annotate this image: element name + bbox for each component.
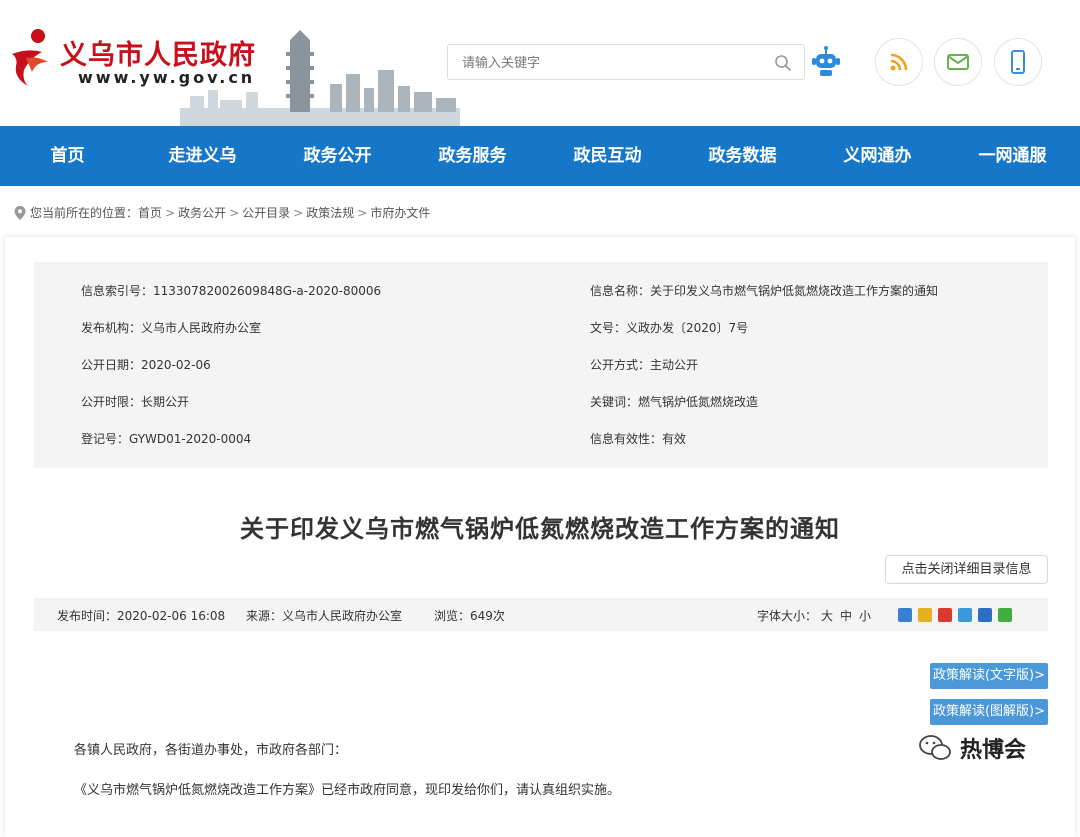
meta-public-date: 公开日期：2020-02-06 (81, 358, 211, 372)
breadcrumb-separator: > (293, 205, 304, 220)
policy-interpretation-text-button[interactable]: 政策解读(文字版)> (930, 663, 1048, 689)
font-size-small[interactable]: 小 (859, 607, 871, 624)
rss-button[interactable] (875, 38, 923, 86)
meta-public-term: 公开时限：长期公开 (81, 395, 190, 409)
mobile-button[interactable] (994, 38, 1042, 86)
breadcrumb-prefix: 您当前所在的位置： (30, 206, 139, 220)
mobile-phone-icon (1011, 50, 1025, 74)
meta-index-no: 信息索引号：11330782002609848G-a-2020-80006 (81, 284, 382, 298)
search-box (447, 44, 805, 81)
view-count: 浏览：649次 (434, 609, 505, 623)
meta-doc-no: 文号：义政办发〔2020〕7号 (590, 321, 749, 335)
breadcrumb-separator: > (165, 205, 176, 220)
breadcrumb-city-office-docs[interactable]: 市府办文件 (370, 204, 430, 221)
font-size-label: 字体大小： (757, 609, 818, 623)
site-logo-icon (12, 29, 48, 86)
nav-interaction[interactable]: 政民互动 (540, 126, 675, 186)
policy-interpretation-image-button[interactable]: 政策解读(图解版)> (930, 699, 1048, 725)
toggle-catalog-info-button[interactable]: 点击关闭详细目录信息 (885, 555, 1048, 584)
breadcrumb-policies[interactable]: 政策法规 (306, 204, 354, 221)
breadcrumb-gov-affairs-open[interactable]: 政务公开 (178, 204, 226, 221)
location-pin-icon (14, 205, 26, 220)
share-renren-icon[interactable] (978, 608, 992, 622)
nav-online-handling[interactable]: 义网通办 (810, 126, 945, 186)
nav-one-net-service[interactable]: 一网通服 (945, 126, 1080, 186)
wechat-logo-icon (919, 735, 951, 760)
mail-icon (947, 54, 969, 70)
meta-public-mode: 公开方式：主动公开 (590, 358, 699, 372)
share-weibo-icon[interactable] (938, 608, 952, 622)
meta-keywords: 关键词：燃气锅炉低氮燃烧改造 (590, 395, 759, 409)
body-paragraph: 各镇人民政府，各街道办事处，市政府各部门： (74, 743, 348, 758)
nav-home[interactable]: 首页 (0, 126, 135, 186)
metadata-panel: 信息索引号：11330782002609848G-a-2020-80006 信息… (34, 262, 1048, 468)
meta-reg-no: 登记号：GYWD01-2020-0004 (81, 432, 252, 446)
breadcrumb-separator: > (357, 205, 368, 220)
font-size-medium[interactable]: 中 (840, 607, 852, 624)
share-wechat-icon[interactable] (998, 608, 1012, 622)
meta-info-name: 信息名称：关于印发义乌市燃气锅炉低氮燃烧改造工作方案的通知 (590, 284, 939, 298)
nav-gov-affairs-open[interactable]: 政务公开 (270, 126, 405, 186)
breadcrumb-separator: > (229, 205, 240, 220)
watermark-text: 热博会 (960, 738, 1027, 763)
site-header: 义乌市人民政府 www.yw.gov.cn (0, 0, 1080, 126)
rss-icon (890, 53, 908, 71)
meta-publisher: 发布机构：义乌市人民政府办公室 (81, 321, 262, 335)
share-qzone-icon[interactable] (918, 608, 932, 622)
watermark: 热博会 (918, 732, 1026, 764)
body-paragraph: 《义乌市燃气锅炉低氮燃烧改造工作方案》已经市政府同意，现印发给你们，请认真组织实… (74, 783, 621, 798)
nav-gov-data[interactable]: 政务数据 (675, 126, 810, 186)
nav-gov-services[interactable]: 政务服务 (405, 126, 540, 186)
breadcrumb: 您当前所在的位置： 首页 > 政务公开 > 公开目录 > 政策法规 > 市府办文… (14, 204, 430, 221)
share-tencent-icon[interactable] (958, 608, 972, 622)
breadcrumb-public-catalog[interactable]: 公开目录 (242, 204, 290, 221)
article-info-bar: 发布时间：2020-02-06 16:08 来源：义乌市人民政府办公室 浏览：6… (34, 598, 1048, 631)
breadcrumb-home[interactable]: 首页 (138, 204, 162, 221)
font-size-large[interactable]: 大 (821, 607, 833, 624)
search-input[interactable] (460, 45, 764, 81)
main-nav: 首页 走进义乌 政务公开 政务服务 政民互动 政务数据 义网通办 一网通服 (0, 126, 1080, 186)
share-plus-icon[interactable] (898, 608, 912, 622)
meta-validity: 信息有效性：有效 (590, 432, 687, 446)
city-skyline-image (180, 30, 460, 126)
publish-time: 发布时间：2020-02-06 16:08 (57, 609, 226, 623)
mail-button[interactable] (934, 38, 982, 86)
article-title: 关于印发义乌市燃气锅炉低氮燃烧改造工作方案的通知 (240, 514, 840, 543)
search-icon[interactable] (774, 54, 792, 72)
robot-assistant-icon[interactable] (808, 44, 844, 80)
article-source: 来源：义乌市人民政府办公室 (246, 609, 403, 623)
nav-about-yiwu[interactable]: 走进义乌 (135, 126, 270, 186)
